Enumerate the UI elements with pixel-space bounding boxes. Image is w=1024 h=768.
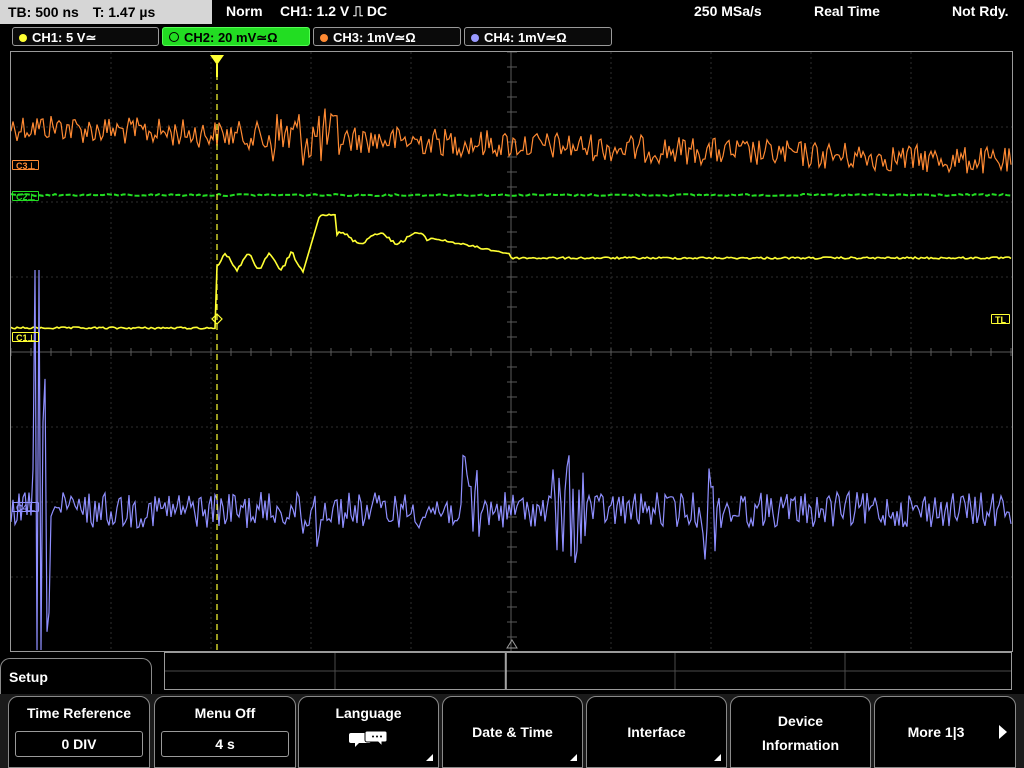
acq-mode[interactable]: Norm	[226, 0, 263, 22]
ch3-label: CH3: 1mV≃Ω	[333, 30, 416, 45]
ch3-color-dot	[320, 34, 328, 42]
submenu-corner-icon	[714, 754, 721, 761]
overview-grid	[165, 653, 1011, 689]
menu-off-button[interactable]: Menu Off 4 s	[154, 696, 296, 768]
ch4-color-dot	[471, 34, 479, 42]
status-bar: TB: 500 ns T: 1.47 µs Norm CH1: 1.2 V ⎍ …	[0, 0, 1024, 24]
tab-ch2[interactable]: CH2: 20 mV≃Ω	[162, 27, 310, 46]
timebase-value: TB: 500 ns	[8, 4, 79, 20]
trigger-marker-stem	[216, 64, 218, 77]
menu-title-setup: Setup	[0, 658, 152, 694]
arrow-right-icon	[999, 725, 1007, 739]
date-time-button[interactable]: Date & Time	[442, 696, 583, 768]
language-button[interactable]: Language	[298, 696, 439, 768]
sample-rate: 250 MSa/s	[694, 3, 762, 19]
more-button[interactable]: More 1|3	[874, 696, 1016, 768]
ch1-ground-marker[interactable]: C1⊥	[12, 332, 40, 343]
trigger-setting[interactable]: CH1: 1.2 V ⎍ DC	[280, 0, 387, 22]
submenu-corner-icon	[426, 754, 433, 761]
acq-type: Real Time	[814, 3, 880, 19]
device-information-label-line1: Device	[777, 713, 824, 729]
more-label: More 1|3	[907, 724, 965, 740]
time-reference-label: Time Reference	[26, 705, 131, 721]
waveform-canvas	[11, 52, 1012, 651]
menu-off-label: Menu Off	[194, 705, 256, 721]
speech-bubble-icon	[348, 730, 387, 748]
ch4-label: CH4: 1mV≃Ω	[484, 30, 567, 45]
trigger-level-marker[interactable]: TL	[991, 314, 1010, 325]
tab-ch4[interactable]: CH4: 1mV≃Ω	[464, 27, 612, 46]
ch2-ground-marker[interactable]: C2⊥	[12, 191, 40, 202]
timebase-box[interactable]: TB: 500 ns T: 1.47 µs	[0, 0, 212, 24]
softkey-bar: Time Reference 0 DIV Menu Off 4 s Langua…	[0, 694, 1024, 768]
interface-label: Interface	[627, 724, 686, 740]
language-label: Language	[335, 705, 402, 721]
zoom-overview-strip[interactable]	[164, 652, 1012, 690]
ch2-color-dot	[169, 32, 179, 42]
trigger-position-marker	[210, 55, 224, 65]
submenu-corner-icon	[570, 754, 577, 761]
time-reference-marker	[506, 639, 518, 649]
interface-button[interactable]: Interface	[586, 696, 727, 768]
date-time-label: Date & Time	[472, 724, 553, 740]
waveform-display[interactable]: C3⊥ C2⊥ C1⊥ C4⊥ TL	[10, 51, 1013, 652]
ch3-ground-marker[interactable]: C3⊥	[12, 160, 40, 171]
tab-ch1[interactable]: CH1: 5 V≃	[12, 27, 159, 46]
graticule-grid	[11, 52, 1012, 651]
ch1-color-dot	[19, 34, 27, 42]
tab-ch3[interactable]: CH3: 1mV≃Ω	[313, 27, 461, 46]
acq-state: Not Rdy.	[952, 3, 1009, 19]
time-reference-button[interactable]: Time Reference 0 DIV	[8, 696, 150, 768]
trigger-time-value: T: 1.47 µs	[92, 4, 156, 20]
device-information-label-line2: Information	[762, 737, 839, 753]
time-reference-value: 0 DIV	[15, 731, 143, 757]
ch4-ground-marker[interactable]: C4⊥	[12, 502, 40, 513]
menu-off-value: 4 s	[161, 731, 289, 757]
ch2-label: CH2: 20 mV≃Ω	[184, 30, 278, 45]
channel-tabs: CH1: 5 V≃ CH2: 20 mV≃Ω CH3: 1mV≃Ω CH4: 1…	[0, 24, 1024, 50]
ch1-label: CH1: 5 V≃	[32, 30, 97, 45]
device-information-button[interactable]: Device Information	[730, 696, 871, 768]
